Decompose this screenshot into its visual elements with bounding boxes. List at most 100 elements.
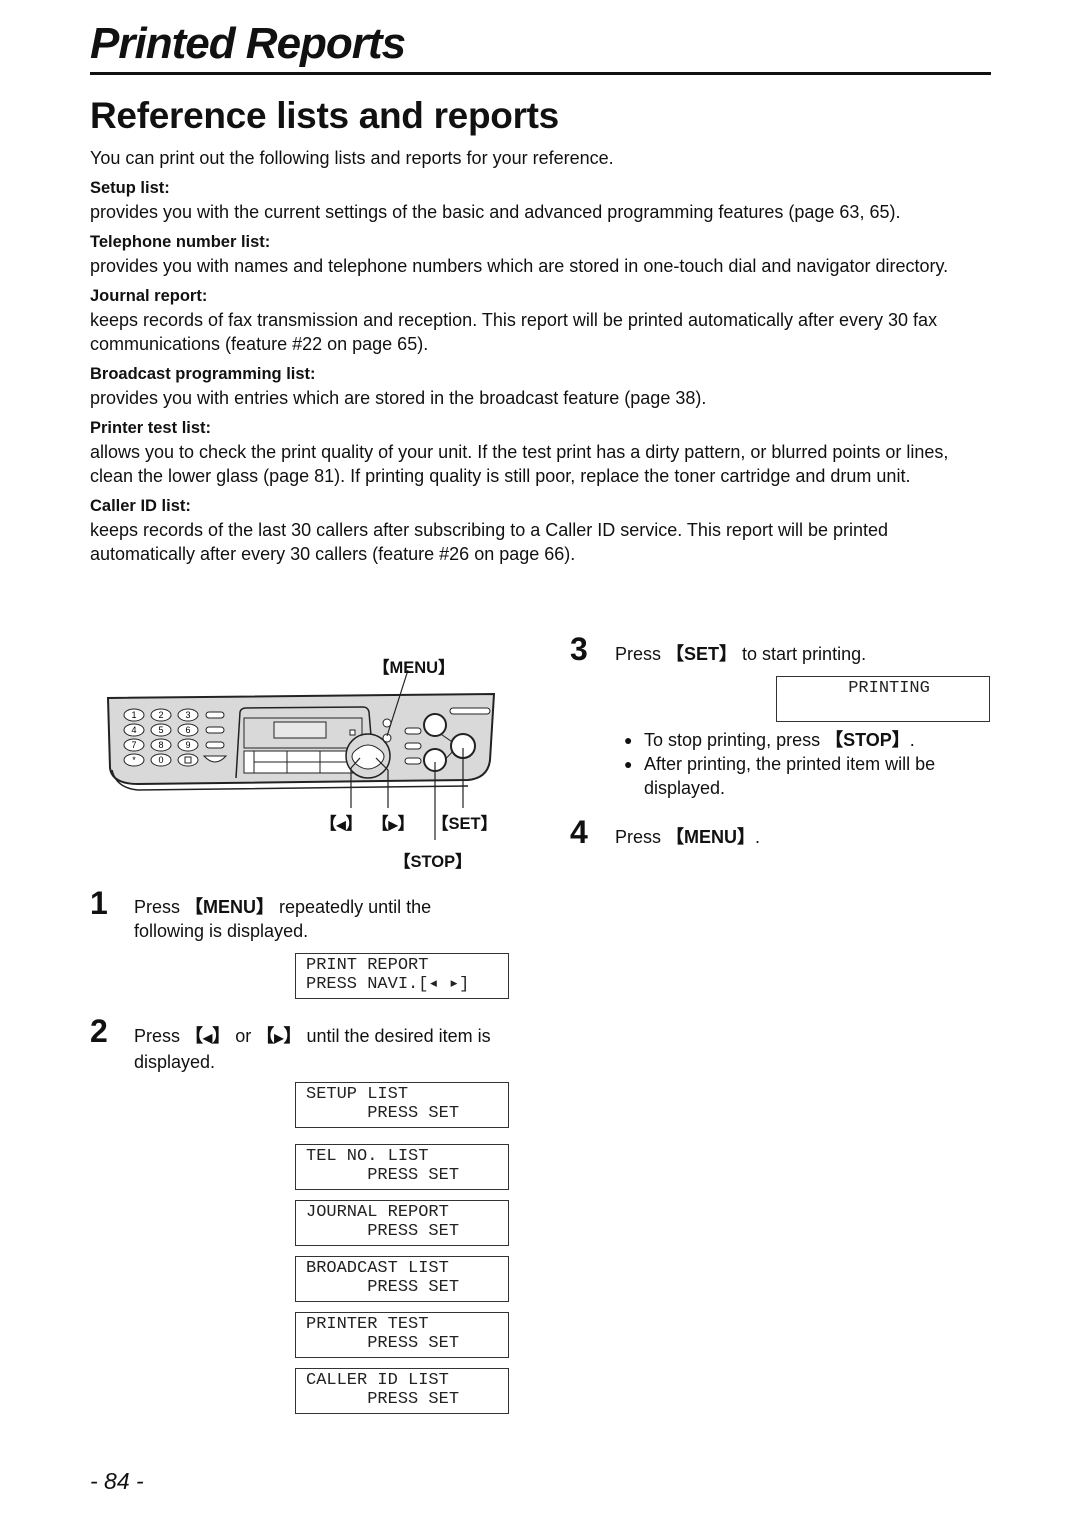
- lcd-line-1: SETUP LIST: [306, 1085, 409, 1104]
- key-menu: MENU: [684, 827, 738, 847]
- definition-term: Journal report:: [90, 287, 208, 305]
- key-label: 7: [131, 740, 136, 750]
- indicator-led: [349, 729, 356, 736]
- lcd-line-2: PRESS SET: [306, 1334, 460, 1353]
- lcd-display-printing: PRINTING: [776, 676, 990, 722]
- function-button: [205, 741, 225, 749]
- lcd-display-broadcast-list: BROADCAST LIST PRESS SET: [295, 1256, 509, 1302]
- lcd-line-1: JOURNAL REPORT: [306, 1203, 449, 1222]
- key-4: 4: [123, 723, 145, 737]
- right-arrow-icon: ▶: [274, 1031, 284, 1045]
- key-8: 8: [150, 738, 172, 752]
- lcd-line-1: PRINTING: [787, 679, 930, 698]
- key-6: 6: [177, 723, 199, 737]
- definition-printer-test-list: Printer test list: allows you to check t…: [90, 416, 995, 488]
- callout-right: 【▶】: [372, 815, 415, 833]
- key-label: *: [132, 755, 136, 765]
- key-7: 7: [123, 738, 145, 752]
- definition-description: provides you with entries which are stor…: [90, 388, 707, 408]
- callout-menu: 【MENU】: [373, 659, 455, 677]
- left-arrow-icon: ◀: [203, 1031, 213, 1045]
- callout-stop-label: STOP: [410, 853, 456, 871]
- definition-term: Setup list:: [90, 179, 170, 197]
- definition-description: allows you to check the print quality of…: [90, 442, 949, 486]
- bullet-icon: ●: [624, 732, 633, 748]
- definition-broadcast-programming-list: Broadcast programming list: provides you…: [90, 362, 995, 410]
- definition-description: keeps records of fax transmission and re…: [90, 310, 938, 354]
- lcd-display-setup-list: SETUP LIST PRESS SET: [295, 1082, 509, 1128]
- key-hash: [177, 753, 199, 767]
- definition-caller-id-list: Caller ID list: keeps records of the las…: [90, 494, 995, 566]
- key-2: 2: [150, 708, 172, 722]
- step-text: Press: [615, 644, 667, 664]
- key-stop: STOP: [843, 730, 892, 750]
- key-label: 0: [158, 755, 163, 765]
- lcd-display-tel-no-list: TEL NO. LIST PRESS SET: [295, 1144, 509, 1190]
- lcd-line-1: CALLER ID LIST: [306, 1371, 449, 1390]
- function-button: [404, 757, 422, 765]
- key-menu: MENU: [203, 897, 257, 917]
- step-number: 1: [90, 885, 108, 921]
- callout-menu-label: MENU: [389, 659, 439, 677]
- step-4-instruction: Press 【MENU】.: [615, 827, 761, 847]
- step-text: or: [230, 1026, 257, 1046]
- key-set: SET: [684, 644, 720, 664]
- definition-setup-list: Setup list: provides you with the curren…: [90, 176, 995, 224]
- key-1: 1: [123, 708, 145, 722]
- control-panel-drawing: 1 2 3 4 5 6 7 8 9 * 0: [106, 669, 496, 840]
- key-label: 1: [131, 710, 136, 720]
- lcd-line-2: PRESS NAVI.[◂ ▸]: [306, 975, 470, 994]
- callout-set-label: SET: [448, 815, 481, 833]
- callout-left: 【◀】: [320, 815, 363, 833]
- title-divider: [90, 72, 991, 75]
- lcd-line-1: PRINT REPORT: [306, 956, 429, 975]
- section-title: Reference lists and reports: [90, 95, 559, 136]
- note-item: ● To stop printing, press 【STOP】.: [624, 730, 915, 750]
- lcd-line-1: TEL NO. LIST: [306, 1147, 429, 1166]
- definition-description: keeps records of the last 30 callers aft…: [90, 520, 889, 564]
- function-button: [205, 726, 225, 734]
- key-5: 5: [150, 723, 172, 737]
- callout-stop: 【STOP】: [394, 853, 472, 871]
- lcd-line-2: PRESS SET: [306, 1104, 460, 1123]
- step-number: 3: [570, 631, 588, 667]
- callout-set: 【SET】: [432, 815, 498, 833]
- definition-telephone-number-list: Telephone number list: provides you with…: [90, 230, 995, 278]
- key-star: *: [123, 753, 145, 767]
- note-text: To stop printing, press: [644, 730, 826, 750]
- start-button: [423, 713, 447, 737]
- lcd-display-print-report: PRINT REPORT PRESS NAVI.[◂ ▸]: [295, 953, 509, 999]
- key-label: 8: [158, 740, 163, 750]
- left-arrow-icon: ◀: [336, 818, 346, 832]
- function-button: [404, 742, 422, 750]
- function-button: [404, 727, 422, 735]
- definition-journal-report: Journal report: keeps records of fax tra…: [90, 284, 995, 356]
- key-0: 0: [150, 753, 172, 767]
- lcd-line-2: PRESS SET: [306, 1166, 460, 1185]
- lcd-line-2: PRESS SET: [306, 1278, 460, 1297]
- key-label: 5: [158, 725, 163, 735]
- key-label: 4: [131, 725, 136, 735]
- step-text: Press: [134, 1026, 186, 1046]
- lcd-display-journal-report: JOURNAL REPORT PRESS SET: [295, 1200, 509, 1246]
- step-text: to start printing.: [737, 644, 867, 664]
- page-number: - 84 -: [90, 1468, 144, 1494]
- note-text: .: [909, 730, 915, 750]
- step-1-instruction: Press 【MENU】 repeatedly until the follow…: [134, 897, 432, 941]
- key-label: 9: [185, 740, 190, 750]
- lcd-line-2: PRESS SET: [306, 1390, 460, 1409]
- right-arrow-icon: ▶: [388, 818, 398, 832]
- function-button: [205, 711, 225, 719]
- bullet-icon: ●: [624, 756, 633, 772]
- key-9: 9: [177, 738, 199, 752]
- definition-description: provides you with names and telephone nu…: [90, 256, 949, 276]
- definition-term: Telephone number list:: [90, 233, 271, 251]
- lcd-line-1: BROADCAST LIST: [306, 1259, 449, 1278]
- definition-term: Broadcast programming list:: [90, 365, 316, 383]
- definition-term: Printer test list:: [90, 419, 212, 437]
- step-3-instruction: Press 【SET】 to start printing.: [615, 644, 867, 664]
- lcd-display-printer-test: PRINTER TEST PRESS SET: [295, 1312, 509, 1358]
- lcd-window: [273, 721, 327, 739]
- step-text: Press: [615, 827, 667, 847]
- step-2-instruction: Press 【◀】 or 【▶】 until the desired item …: [134, 1026, 491, 1072]
